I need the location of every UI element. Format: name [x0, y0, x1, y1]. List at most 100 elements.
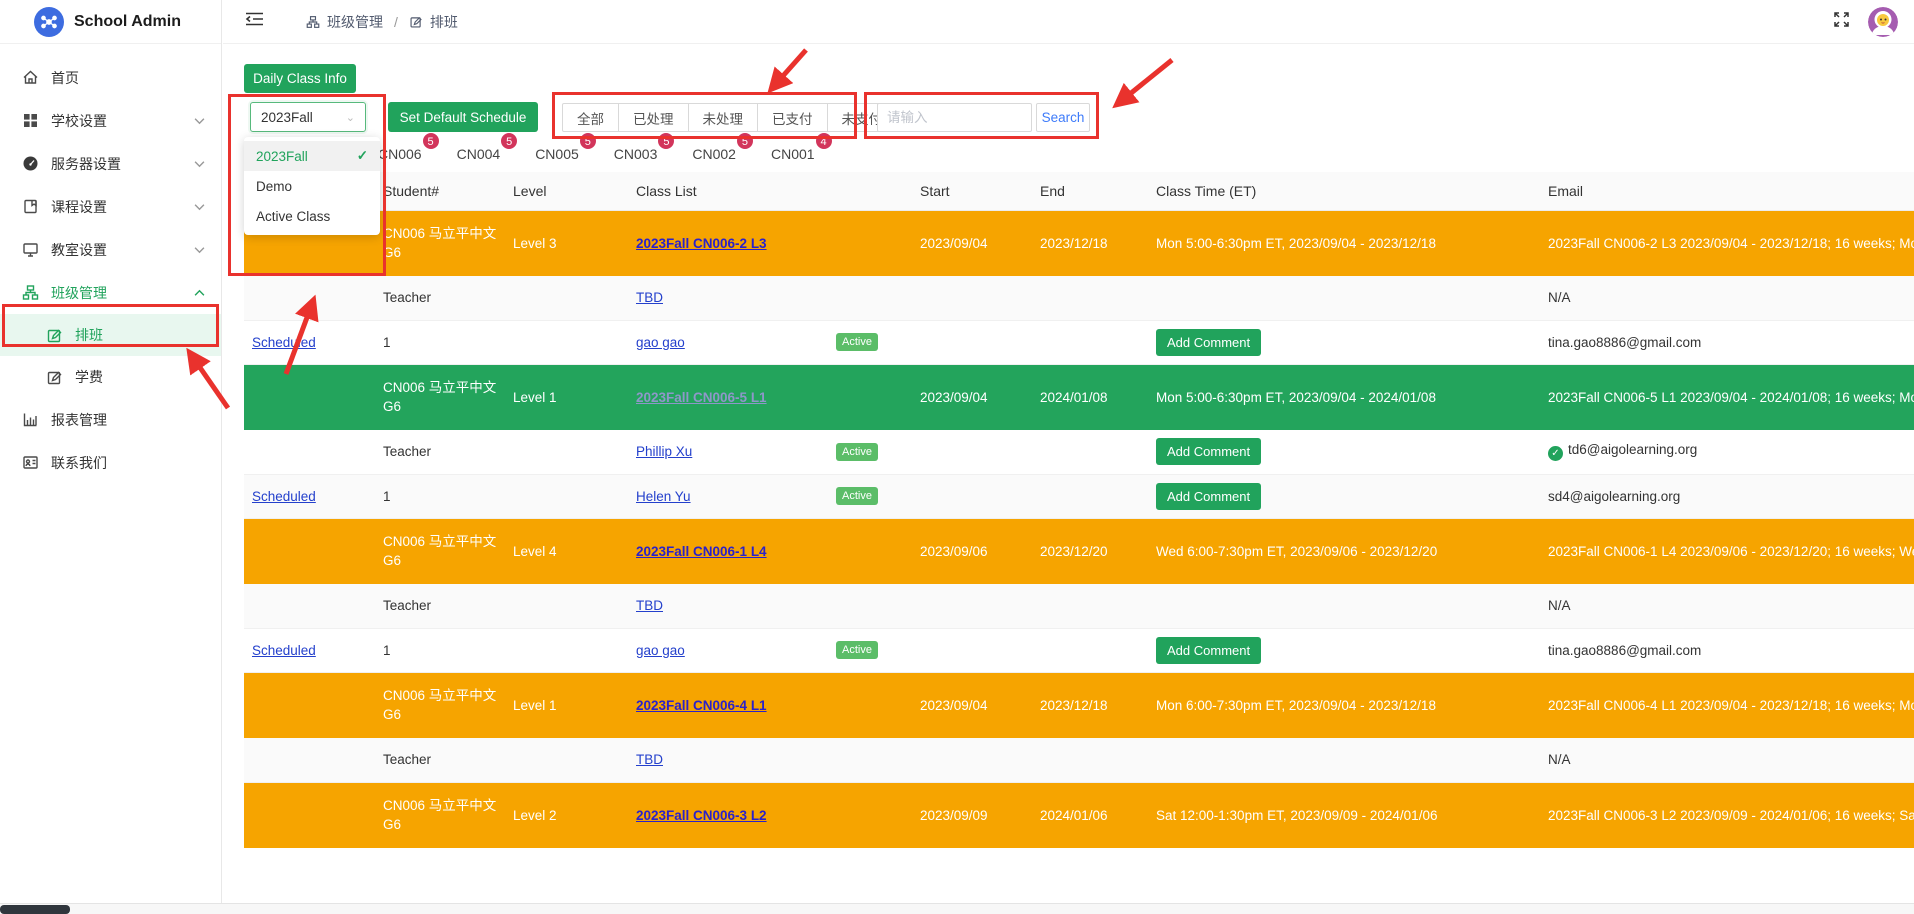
class-link[interactable]: 2023Fall CN006-4 L1	[636, 698, 767, 713]
class-link[interactable]: 2023Fall CN006-3 L2	[636, 808, 767, 823]
tab-label: CN004	[457, 146, 501, 162]
table-row-class: CN006 马立平中文 G6 Level 1 2023Fall CN006-4 …	[244, 672, 1914, 738]
filter-unprocessed-button[interactable]: 未处理	[689, 103, 759, 132]
scheduled-link[interactable]: Scheduled	[252, 335, 316, 350]
sidebar-item-course-settings[interactable]: 课程设置	[0, 185, 221, 228]
check-icon: ✓	[357, 148, 368, 164]
sidebar-item-label: 教室设置	[51, 240, 182, 260]
table-row-scheduled: Scheduled 1 Helen Yu Active Add Comment …	[244, 474, 1914, 518]
term-dropdown: 2023Fall ✓ Demo Active Class	[244, 137, 380, 235]
dropdown-option-2023fall[interactable]: 2023Fall ✓	[244, 141, 380, 171]
table-row-scheduled: Scheduled 1 gao gao Active Add Comment t…	[244, 628, 1914, 672]
chart-icon	[22, 411, 39, 428]
tab-cn004[interactable]: CN004 5	[457, 146, 507, 162]
filter-all-button[interactable]: 全部	[562, 103, 619, 132]
fullscreen-icon[interactable]	[1833, 11, 1850, 33]
column-header-class-list: Class List	[628, 172, 828, 210]
count-badge: 4	[815, 132, 833, 150]
sidebar-header: School Admin	[0, 0, 221, 44]
filter-paid-button[interactable]: 已支付	[758, 103, 828, 132]
tab-label: CN001	[771, 146, 815, 162]
table-row-teacher: Teacher TBD N/A	[244, 738, 1914, 782]
search-area: Search	[877, 103, 1090, 132]
search-button[interactable]: Search	[1036, 103, 1090, 132]
breadcrumb-separator: /	[394, 14, 398, 30]
scheduled-link[interactable]: Scheduled	[252, 489, 316, 504]
grid-icon	[22, 112, 39, 129]
sidebar-item-classroom-settings[interactable]: 教室设置	[0, 228, 221, 271]
search-input[interactable]	[877, 103, 1032, 132]
chevron-down-icon: ⌄	[346, 111, 355, 124]
column-header-level: Level	[505, 172, 628, 210]
add-comment-button[interactable]: Add Comment	[1156, 483, 1261, 510]
term-select[interactable]: 2023Fall ⌄	[250, 102, 366, 132]
table-row-scheduled: Scheduled 1 gao gao Active Add Comment t…	[244, 320, 1914, 364]
horizontal-scrollbar[interactable]	[0, 903, 1914, 914]
sidebar-collapse-icon[interactable]	[245, 11, 264, 32]
dashboard-icon	[22, 155, 39, 172]
dropdown-option-active-class[interactable]: Active Class	[244, 201, 380, 231]
tab-cn001[interactable]: CN001 4	[771, 146, 821, 162]
verified-check-icon: ✓	[1548, 446, 1563, 461]
email: sd4@aigolearning.org	[1540, 474, 1914, 518]
start-date: 2023/09/06	[912, 518, 1032, 584]
set-default-schedule-button[interactable]: Set Default Schedule	[388, 102, 538, 132]
row-label: Teacher	[375, 584, 505, 628]
class-summary: 2023Fall CN006-3 L2 2023/09/09 - 2024/01…	[1540, 782, 1914, 848]
start-date: 2023/09/04	[912, 364, 1032, 430]
user-avatar[interactable]	[1868, 7, 1898, 37]
sidebar-item-reports[interactable]: 报表管理	[0, 398, 221, 441]
student-name: CN006 马立平中文 G6	[375, 672, 505, 738]
class-summary: 2023Fall CN006-1 L4 2023/09/06 - 2023/12…	[1540, 518, 1914, 584]
sidebar-item-label: 学费	[75, 367, 103, 387]
add-comment-button[interactable]: Add Comment	[1156, 637, 1261, 664]
table-row-class: CN006 马立平中文 G6 Level 2 2023Fall CN006-3 …	[244, 782, 1914, 848]
student-name: CN006 马立平中文 G6	[375, 518, 505, 584]
class-link[interactable]: 2023Fall CN006-2 L3	[636, 236, 767, 251]
dropdown-option-demo[interactable]: Demo	[244, 171, 380, 201]
daily-class-info-button[interactable]: Daily Class Info	[244, 64, 356, 93]
sidebar-item-class-management[interactable]: 班级管理	[0, 271, 221, 314]
tab-cn005[interactable]: CN005 5	[535, 146, 585, 162]
start-date: 2023/09/09	[912, 782, 1032, 848]
student-link[interactable]: Helen Yu	[636, 489, 691, 504]
edit-icon	[46, 369, 63, 386]
breadcrumb-section[interactable]: 班级管理	[327, 12, 383, 32]
add-comment-button[interactable]: Add Comment	[1156, 329, 1261, 356]
sidebar-item-school-settings[interactable]: 学校设置	[0, 99, 221, 142]
breadcrumb: 班级管理 / 排班	[306, 12, 458, 32]
level: Level 2	[505, 782, 628, 848]
sidebar-item-scheduling[interactable]: 排班	[0, 314, 221, 356]
student-link[interactable]: gao gao	[636, 643, 685, 658]
table-header-row: Student# Level Class List Start End Clas…	[244, 172, 1914, 210]
class-link[interactable]: 2023Fall CN006-5 L1	[636, 390, 767, 405]
teacher-link[interactable]: TBD	[636, 752, 663, 767]
sidebar-item-contact-us[interactable]: 联系我们	[0, 441, 221, 484]
sidebar-item-home[interactable]: 首页	[0, 56, 221, 99]
end-date: 2023/12/18	[1032, 672, 1148, 738]
sidebar-item-tuition[interactable]: 学费	[0, 356, 221, 398]
sidebar-item-server-settings[interactable]: 服务器设置	[0, 142, 221, 185]
email: tina.gao8886@gmail.com	[1540, 628, 1914, 672]
filter-processed-button[interactable]: 已处理	[619, 103, 689, 132]
teacher-link[interactable]: TBD	[636, 290, 663, 305]
edit-icon	[409, 15, 423, 29]
tab-cn003[interactable]: CN003 5	[614, 146, 664, 162]
table-row-teacher: Teacher TBD N/A	[244, 584, 1914, 628]
scrollbar-thumb[interactable]	[0, 905, 70, 914]
student-link[interactable]: gao gao	[636, 335, 685, 350]
scheduled-link[interactable]: Scheduled	[252, 643, 316, 658]
teacher-link[interactable]: TBD	[636, 598, 663, 613]
tab-cn002[interactable]: CN002 5	[692, 146, 742, 162]
sidebar-item-label: 学校设置	[51, 111, 182, 131]
end-date: 2023/12/18	[1032, 210, 1148, 276]
column-header-start: Start	[912, 172, 1032, 210]
sidebar-item-label: 报表管理	[51, 410, 205, 430]
tab-cn006[interactable]: CN006 5	[378, 146, 428, 162]
sidebar-item-label: 首页	[51, 68, 205, 88]
class-link[interactable]: 2023Fall CN006-1 L4	[636, 544, 767, 559]
teacher-link[interactable]: Phillip Xu	[636, 444, 692, 459]
add-comment-button[interactable]: Add Comment	[1156, 438, 1261, 465]
email: N/A	[1540, 738, 1914, 782]
count-badge: 5	[579, 132, 597, 150]
